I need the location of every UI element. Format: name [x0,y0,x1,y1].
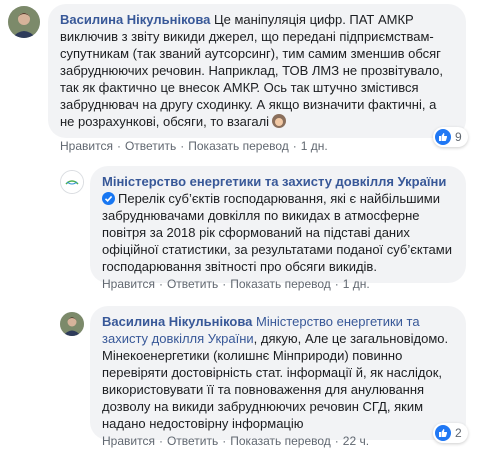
comment-text: , дякую, Але це загальновідомо. Мінекоен… [102,331,449,431]
comment-actions: Нравится · Ответить · Показать перевод · 1 дн. [60,139,328,153]
avatar[interactable] [60,170,84,194]
like-link[interactable]: Нравится [102,277,155,291]
reaction-summary[interactable]: 2 [433,423,468,443]
like-link[interactable]: Нравится [102,434,155,448]
timestamp[interactable]: 1 дн. [343,277,370,291]
comment-actions: Нравится · Ответить · Показать перевод · 1 дн. [102,277,370,291]
comment-text: Перелік суб’єктів господарювання, які є … [102,191,452,274]
comment-bubble: Василина Нікульнікова Це маніпуляція циф… [48,4,466,138]
translate-link[interactable]: Показать перевод [188,139,289,153]
reaction-count: 2 [455,426,462,440]
comment-actions: Нравится · Ответить · Показать перевод · 22 ч. [102,434,370,448]
comment-bubble: Василина Нікульнікова Міністерство енерг… [90,306,466,440]
reply-link[interactable]: Ответить [167,277,218,291]
like-icon [435,129,451,145]
comment-author[interactable]: Василина Нікульнікова [102,314,252,329]
reply-link[interactable]: Ответить [167,434,218,448]
reply-link[interactable]: Ответить [125,139,176,153]
check-badge-icon [102,192,115,205]
comment-author[interactable]: Василина Нікульнікова [60,12,210,27]
comment-author[interactable]: Міністерство енергетики та захисту довкі… [102,174,446,189]
like-link[interactable]: Нравится [60,139,113,153]
timestamp[interactable]: 1 дн. [301,139,328,153]
avatar[interactable] [8,6,40,38]
timestamp[interactable]: 22 ч. [343,434,369,448]
reaction-summary[interactable]: 9 [433,127,468,147]
reaction-count: 9 [455,130,462,144]
like-icon [435,425,451,441]
comment-bubble: Міністерство енергетики та захисту довкі… [90,166,466,283]
woman-emoji-icon [272,114,287,128]
comment-text: Це маніпуляція цифр. ПАТ АМКР виключив з… [60,12,443,129]
translate-link[interactable]: Показать перевод [230,277,331,291]
avatar[interactable] [60,312,84,336]
translate-link[interactable]: Показать перевод [230,434,331,448]
